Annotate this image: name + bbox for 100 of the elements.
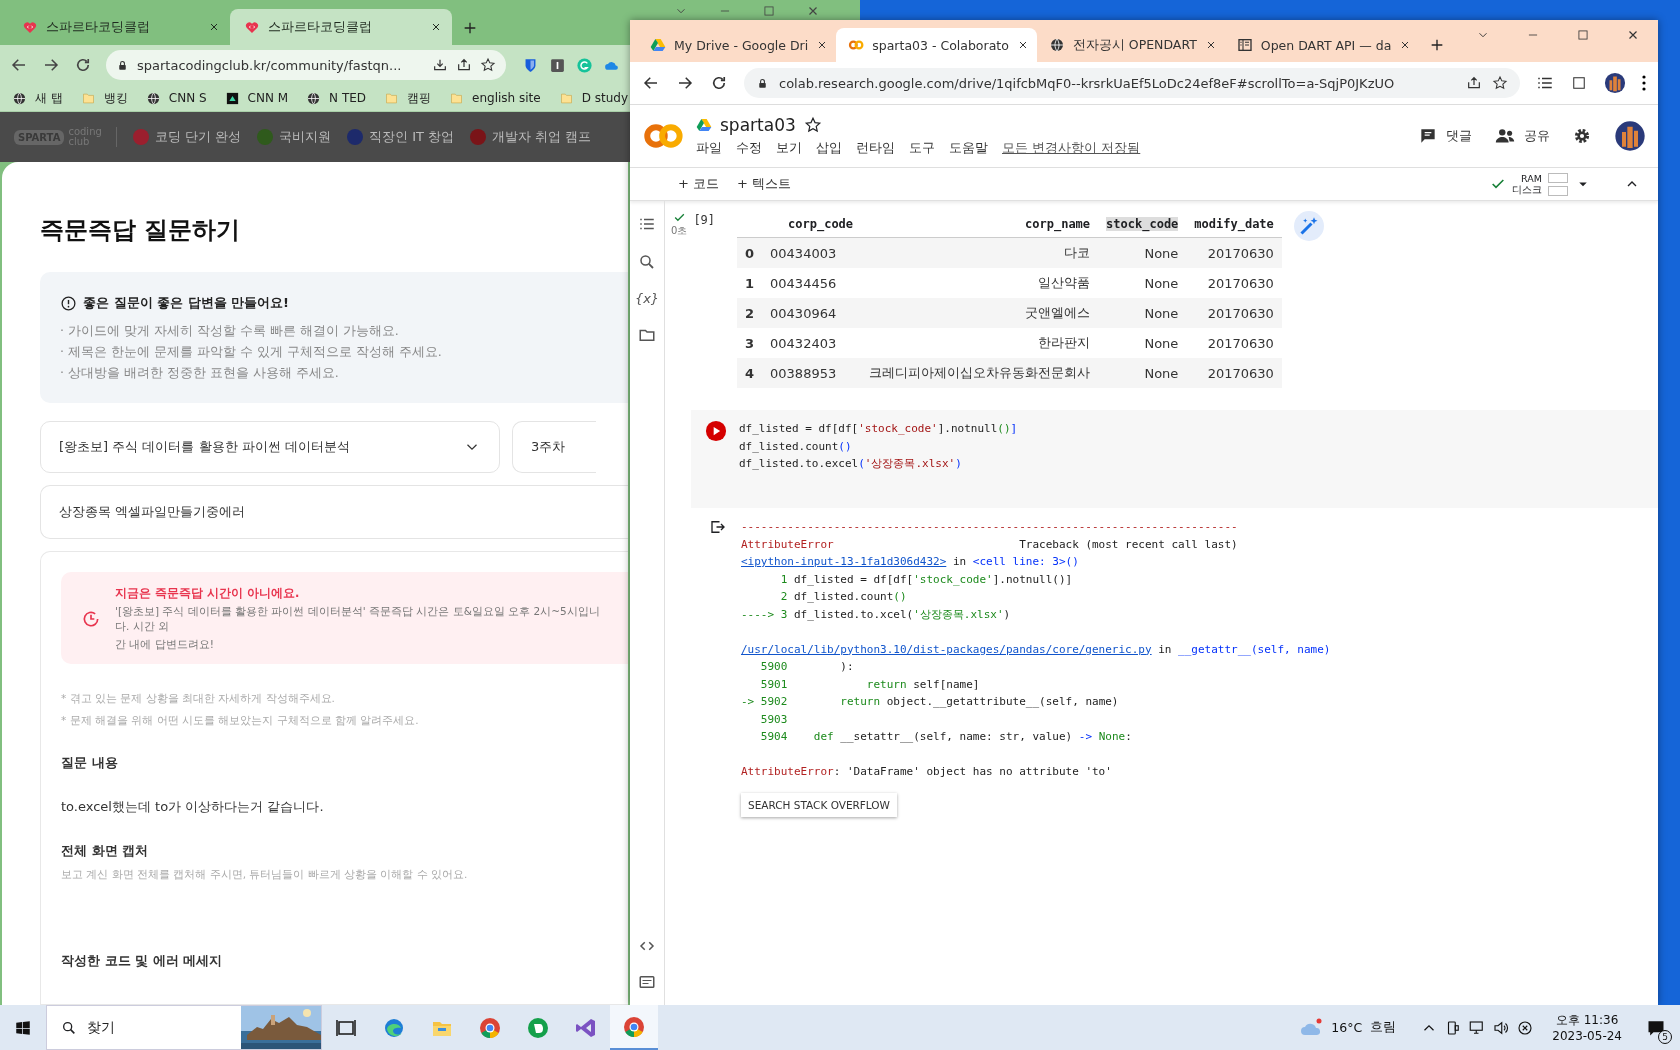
nav-link[interactable]: 국비지원 [279,128,332,146]
disk-label: 디스크 [1512,184,1542,195]
traceback-line: AttributeError Traceback (most recent call last) [741,536,1239,553]
nav-link[interactable]: 코딩 단기 완성 [154,128,242,146]
table-cell: 00432403 [762,328,862,358]
hint-text: * 문제 해결을 위해 어떤 시도를 해보았는지 구체적으로 함께 알려주세요. [61,714,419,728]
question-text[interactable]: to.excel했는데 to가 이상하다는거 같습니다. [61,798,324,816]
table-cell: 20170630 [1186,328,1282,358]
browser-tab[interactable]: Open DART API — da [1224,28,1420,62]
bookmark[interactable]: 새 탭 [12,89,63,107]
column-header: modify_date [1194,217,1274,231]
browser-tab[interactable]: 스파르타코딩클럽 [230,9,452,45]
table-cell: 크레디피아제이십오차유동화전문회사 [861,358,1099,388]
address-bar[interactable]: colab.research.google.com/drive/1qifcbMqF0--krsrkUaEf5LoDc24ef8eF#scrollTo=a-SqjP0JKzUO [744,68,1520,98]
page-title: 즉문즉답 질문하기 [40,215,241,246]
menu-item[interactable]: 수정 [736,139,762,157]
table-cell: None [1098,268,1187,298]
table-cell: 20170630 [1186,268,1282,298]
section-label: 질문 내용 [61,754,118,772]
traceback-line: --------------------------------------------------------------------------- [741,519,1239,535]
table-cell: 00434003 [762,237,862,268]
traceback-line: AttributeError: 'DataFrame' object has no attribute 'to' [741,764,1113,780]
traceback-line: ----> 3 df_listed.to.xcel('상장종목.xlsx') [741,606,1012,623]
column-header: stock_code [1106,217,1179,231]
bookmark[interactable]: english site [449,90,541,106]
row-index: 0 [737,237,763,268]
variables-button[interactable]: {x} [634,291,660,306]
table-cell: 일산약품 [861,268,1099,298]
table-cell: 20170630 [1186,298,1282,328]
title-field[interactable]: 상장종목 엑셀파일만들기중에러 [40,485,628,539]
notice-text: '[왕초보] 주식 데이터를 활용한 파이썬 데이터분석' 즉문즉답 시간은 토&일요일 오후 2시~5시입니다. 시간 외 [115,604,601,634]
add-code-button[interactable]: + 코드 [678,175,720,193]
column-header: corp_code [788,217,854,231]
ram-label: RAM [1521,173,1542,184]
traceback-text: <cell line: 3>() [972,555,1079,568]
table-cell: None [1098,328,1187,358]
table-cell: 00434456 [762,268,862,298]
browser-tab[interactable]: 스파르타코딩클럽 [8,9,230,45]
bookmark[interactable]: D study [558,90,628,106]
row-index: 3 [737,328,763,358]
table-cell: None [1098,358,1187,388]
table-cell: 00430964 [762,298,862,328]
menu-item[interactable]: 런타임 [856,139,895,157]
traceback-line: 1 df_listed = df[df['stock_code'].notnull()] [779,571,1074,588]
comment-button[interactable]: 댓글 [1418,126,1472,146]
code-line: df_listed.count() [739,438,853,455]
temperature[interactable]: 16°C [1331,1020,1363,1035]
traceback-line: 5904 def __setattr__(self, name: str, value) -> None: [759,729,1133,745]
search-field[interactable]: 찾기 [46,1005,322,1050]
column-header: corp_name [1025,217,1091,231]
table-cell: 굿앤엘에스 [861,298,1099,328]
add-text-button[interactable]: + 텍스트 [737,175,792,193]
section-label: 작성한 코드 및 에러 메세지 [61,952,223,970]
run-duration: 0초 [671,224,688,238]
traceback-text: __getattr__(self, name) [1178,642,1331,656]
code-cell[interactable]: df_listed = df[df['stock_code'].notnull()] df_listed.count() df_listed.to.excel('상장종목.xlsx') [691,410,1658,508]
browser-tab[interactable]: My Drive - Google Dri [638,28,837,62]
menu-item[interactable]: 도구 [909,139,935,157]
traceback-line: 5903 [759,711,789,728]
search-stack-overflow-button[interactable]: SEARCH STACK OVERFLOW [741,792,897,817]
menu-item[interactable]: 삽입 [816,139,842,157]
nav-link[interactable]: 개발자 취업 캠프 [492,128,592,146]
bookmark[interactable]: 캠핑 [384,89,432,107]
file-link[interactable]: /usr/local/lib/python3.10/dist-packages/pandas/core/generic.py [741,642,1152,656]
clock[interactable]: 오후 11:36 2023-05-24 [1552,1011,1622,1044]
table-cell: None [1098,237,1187,268]
course-select[interactable]: [왕초보] 주식 데이터를 활용한 파이썬 데이터분석 [40,421,500,473]
bookmark[interactable]: N TED [306,90,367,106]
share-button[interactable]: 공유 [1494,125,1550,147]
guide-line: · 제목은 한눈에 문제를 파악할 수 있게 구체적으로 작성해 주세요. [60,343,442,360]
hint-text: * 겪고 있는 문제 상황을 최대한 자세하게 작성해주세요. [61,692,335,706]
execution-count: [9] [693,212,716,229]
section-hint: 보고 계신 화면 전체를 캡처해 주시면, 튜터님들이 빠르게 상황을 이해할 수 있어요. [61,868,468,882]
save-status-link[interactable]: 모든 변경사항이 저장됨 [1002,139,1141,157]
code-line: df_listed = df[df['stock_code'].notnull()] [739,421,1018,437]
traceback-text: in [951,555,968,568]
menu-item[interactable]: 보기 [776,139,802,157]
section-label: 전체 화면 캡처 [61,842,149,860]
browser-tab[interactable]: 전자공시 OPENDART [1036,28,1225,62]
guide-heading: 좋은 질문이 좋은 답변을 만들어요! [83,294,290,312]
weather-text[interactable]: 흐림 [1370,1019,1397,1036]
address-bar[interactable]: spartacodingclub.kr/community/fastqn... [106,50,506,80]
notebook-title[interactable]: sparta03 [720,115,796,135]
bookmark[interactable]: CNN M [224,90,289,106]
traceback-text: in [1157,642,1173,656]
file-link[interactable]: <ipython-input-13-1fa1d306d432> [741,555,947,568]
menu-item[interactable]: 파일 [696,139,722,157]
bookmark[interactable]: CNN S [145,90,207,106]
row-index: 4 [737,358,763,388]
traceback-line: 2 df_listed.count() [779,589,908,605]
traceback-line: 5900 ): [759,659,855,675]
bookmark[interactable]: 뱅킹 [80,89,128,107]
menu-item[interactable]: 도움말 [949,139,988,157]
nav-link[interactable]: 직장인 IT 창업 [369,128,455,146]
browser-tab[interactable]: sparta03 - Colaborato [836,28,1037,62]
table-cell: 다코 [861,237,1099,268]
notice-text: 간 내에 답변드려요! [115,637,215,652]
week-select[interactable]: 3주차 [512,421,596,473]
guide-line: · 상대방을 배려한 정중한 표현을 사용해 주세요. [60,364,339,381]
table-cell: 00388953 [762,358,862,388]
